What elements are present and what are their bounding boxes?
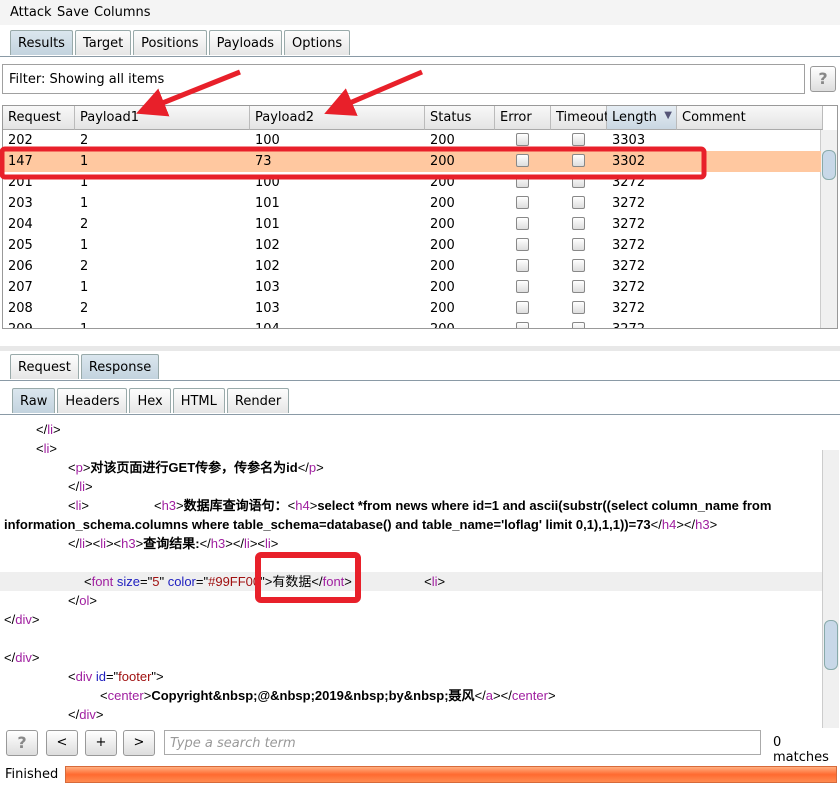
arrow-payload2 (324, 69, 423, 116)
arrow-payload1 (136, 69, 241, 117)
highlight-box-result (255, 552, 361, 603)
highlight-box-row (0, 146, 707, 180)
annotation-overlay (0, 69, 707, 603)
